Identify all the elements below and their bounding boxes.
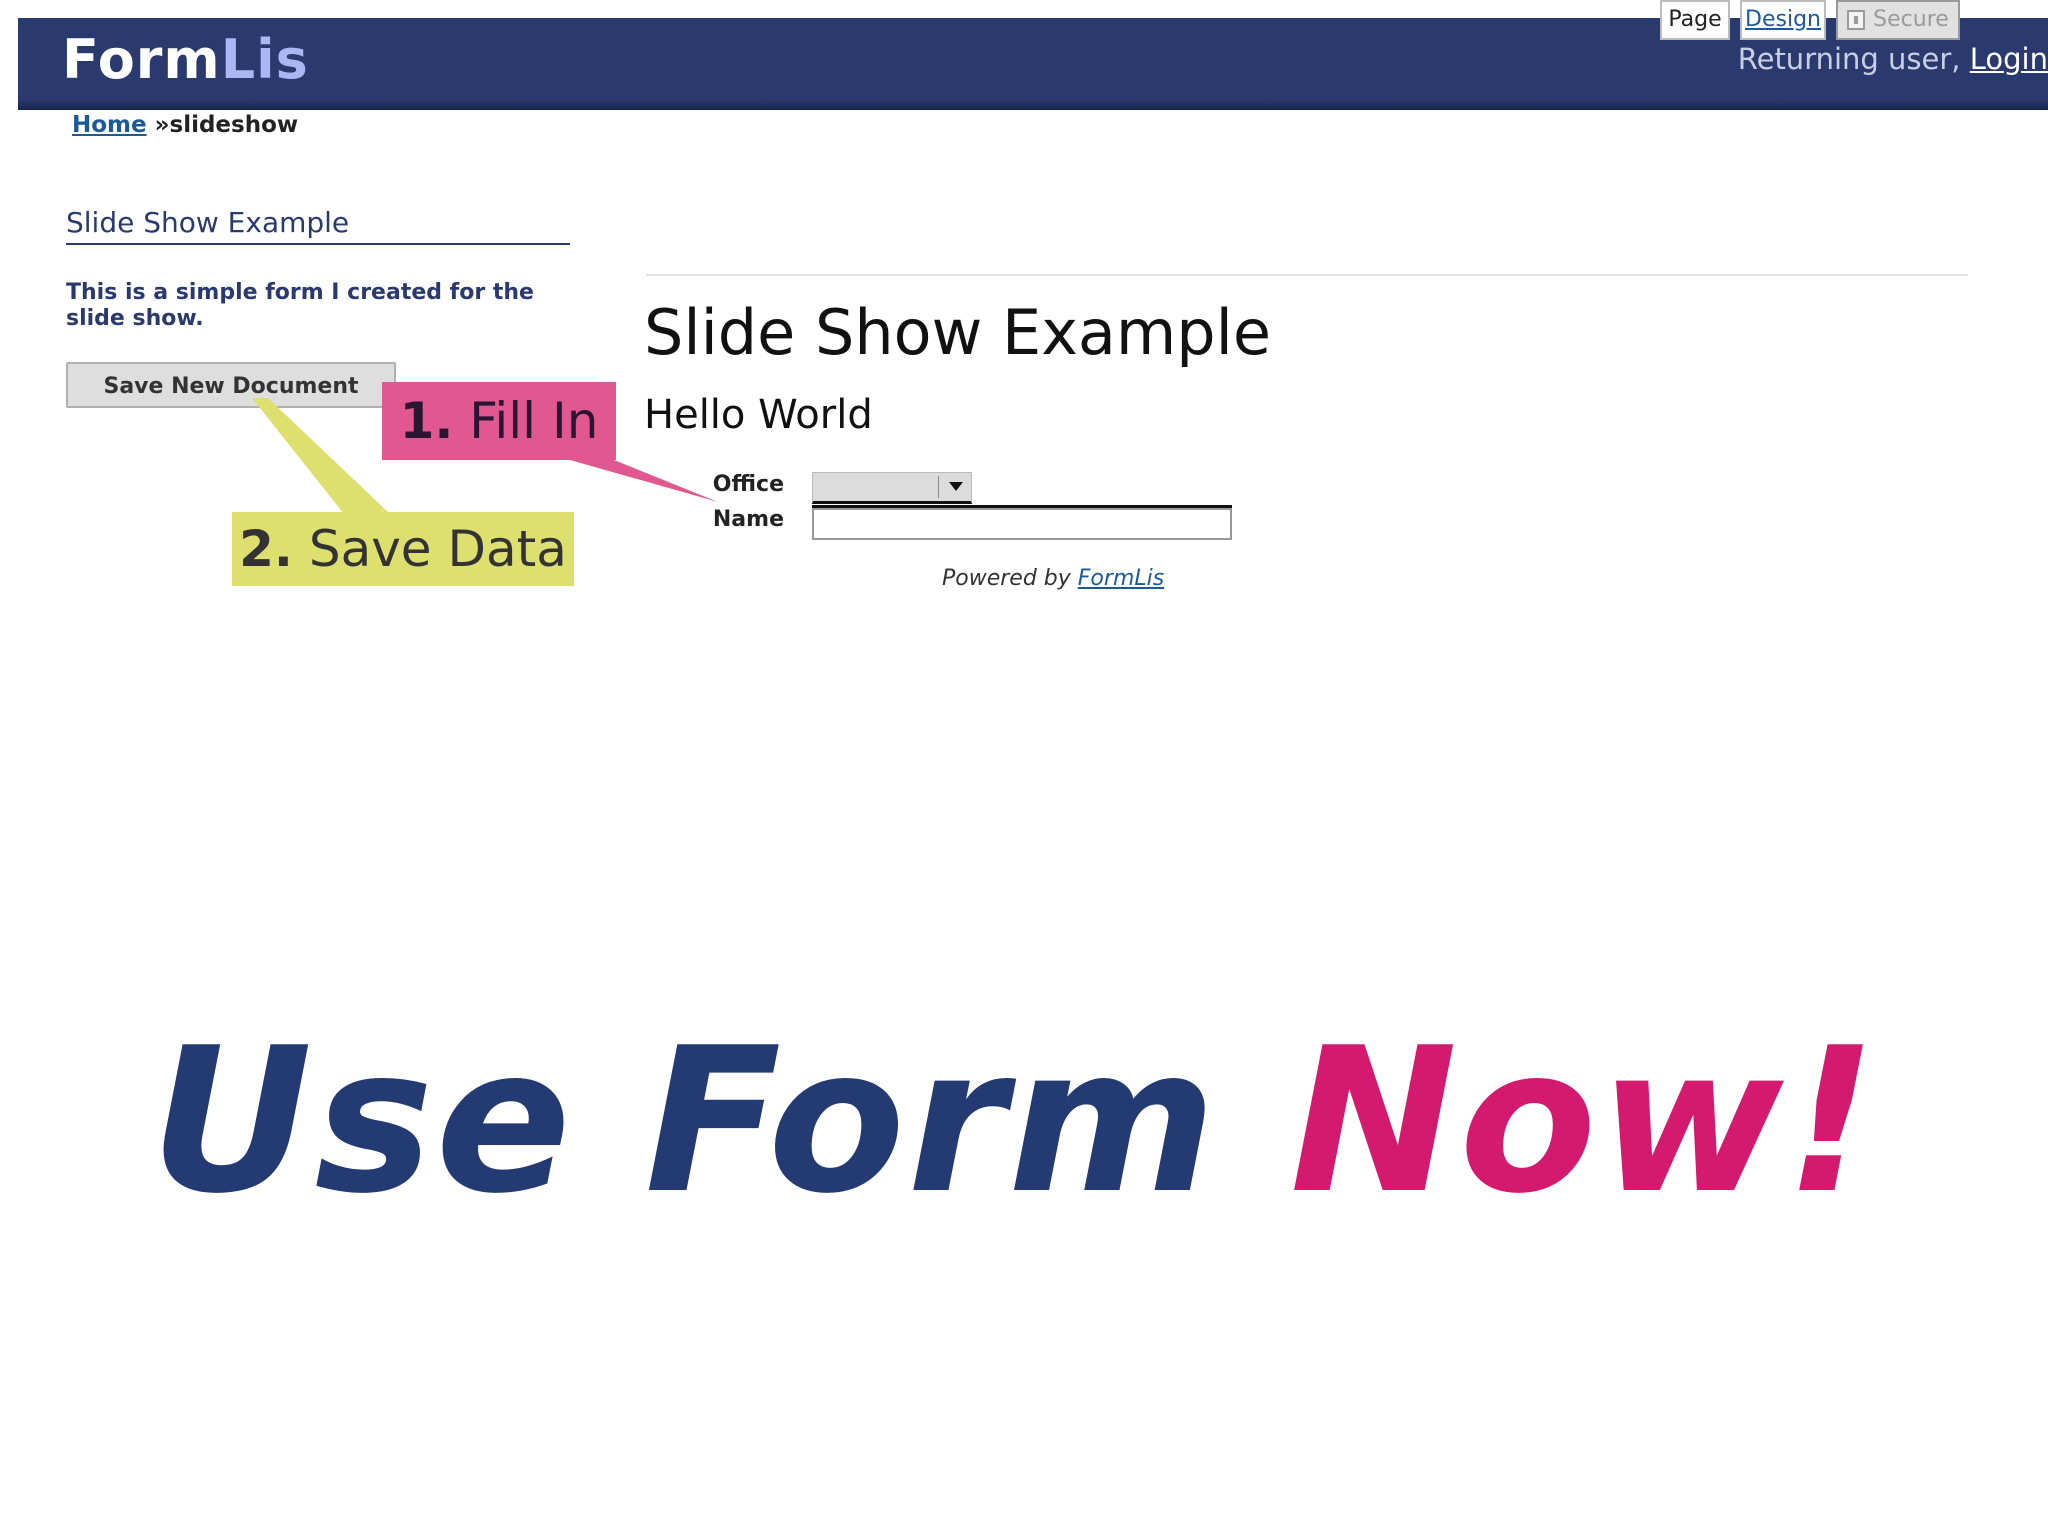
callout-pointers [252, 398, 718, 514]
fill-in-text: Fill In [469, 392, 599, 450]
save-data-number: 2. [239, 520, 293, 578]
slogan: Use Form Now! [150, 1012, 1879, 1232]
slogan-main: Use Form [150, 1005, 1290, 1238]
fill-in-callout: 1. Fill In [382, 382, 616, 460]
save-data-pointer [252, 398, 390, 514]
slogan-accent: Now! [1289, 1005, 1879, 1238]
save-data-callout: 2. Save Data [232, 512, 574, 586]
fill-in-number: 1. [399, 392, 454, 450]
fill-in-pointer [556, 456, 718, 502]
save-data-text: Save Data [308, 520, 567, 578]
